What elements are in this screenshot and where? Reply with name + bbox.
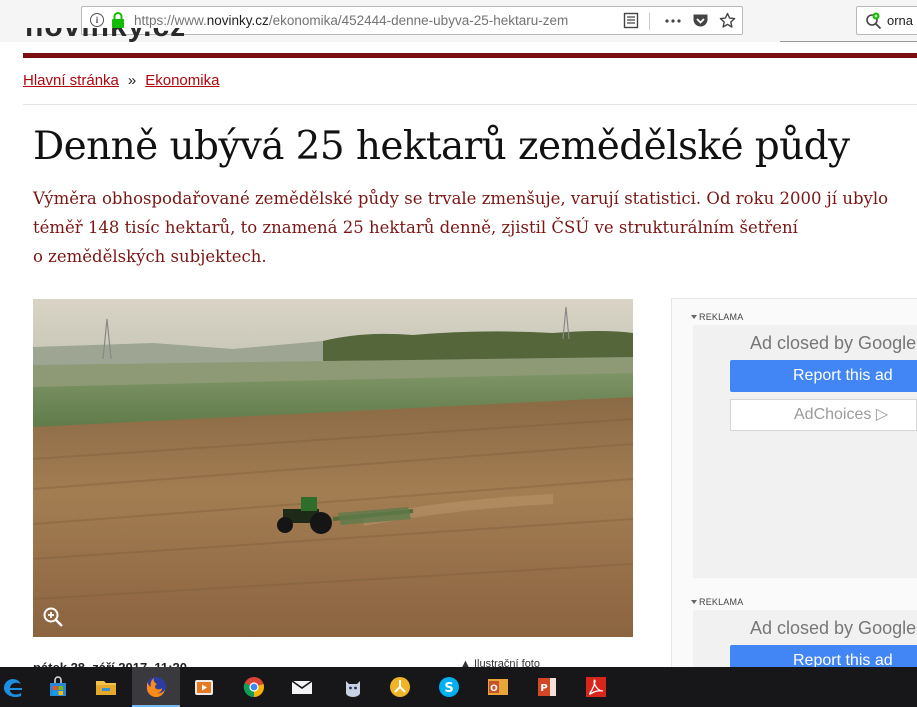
report-ad-button[interactable]: Report this ad — [730, 360, 917, 392]
perex-line: téměř 148 tisíc hektarů, to znamená 25 h… — [33, 218, 798, 237]
mail-icon[interactable] — [290, 675, 314, 699]
outlook-icon[interactable]: O — [486, 675, 510, 699]
search-icon — [866, 12, 882, 30]
site-logo[interactable]: novinky.cz — [25, 28, 225, 42]
header-bar — [23, 53, 917, 58]
zoom-icon[interactable] — [42, 606, 64, 628]
svg-text:P: P — [540, 683, 547, 694]
ad-closed-text: Ad closed by Google — [750, 618, 917, 638]
article-photo[interactable] — [33, 299, 633, 637]
article-perex: Výměra obhospodařované zemědělské půdy s… — [33, 184, 903, 271]
header-divider — [780, 41, 917, 42]
search-text[interactable]: orna — [887, 13, 913, 28]
reader-view-icon[interactable] — [623, 12, 639, 29]
more-actions-icon[interactable] — [664, 12, 682, 29]
ad-label[interactable]: REKLAMA — [691, 597, 743, 607]
search-box[interactable]: orna — [856, 6, 917, 35]
media-player-icon[interactable] — [192, 675, 216, 699]
chrome-icon[interactable] — [242, 675, 266, 699]
perex-line: Výměra obhospodařované zemědělské půdy s… — [33, 189, 889, 208]
breadcrumb-home-link[interactable]: Hlavní stránka — [23, 72, 119, 89]
edge-icon[interactable] — [0, 675, 24, 699]
site-logo-text[interactable]: novinky.cz — [25, 28, 186, 42]
ad-closed-text: Ad closed by Google — [750, 333, 917, 353]
divider — [649, 13, 650, 30]
adchoices-button[interactable]: AdChoices ▷ — [730, 399, 917, 431]
file-explorer-icon[interactable] — [94, 675, 118, 699]
url-text[interactable]: https://www.novinky.cz/ekonomika/452444-… — [134, 13, 604, 28]
perex-line: o zemědělských subjektech. — [33, 247, 267, 266]
yellow-app-icon[interactable] — [388, 675, 412, 699]
store-icon[interactable] — [46, 675, 70, 699]
divider — [23, 104, 917, 105]
cat-app-icon[interactable] — [341, 675, 365, 699]
site-info-icon[interactable]: i — [90, 13, 104, 27]
svg-text:S: S — [444, 681, 453, 696]
pocket-icon[interactable] — [692, 12, 709, 29]
bookmark-star-icon[interactable] — [719, 12, 736, 29]
breadcrumb: Hlavní stránka » Ekonomika — [23, 72, 219, 89]
article-title: Denně ubývá 25 hektarů zemědělské půdy — [33, 124, 850, 169]
skype-icon[interactable]: S — [437, 675, 461, 699]
ad-label[interactable]: REKLAMA — [691, 312, 743, 322]
breadcrumb-section-link[interactable]: Ekonomika — [145, 72, 219, 89]
breadcrumb-separator: » — [127, 72, 137, 89]
powerpoint-icon[interactable]: P — [535, 675, 559, 699]
firefox-icon[interactable] — [144, 675, 168, 699]
padlock-icon[interactable] — [111, 12, 125, 28]
svg-text:O: O — [490, 684, 498, 694]
acrobat-icon[interactable] — [584, 675, 608, 699]
